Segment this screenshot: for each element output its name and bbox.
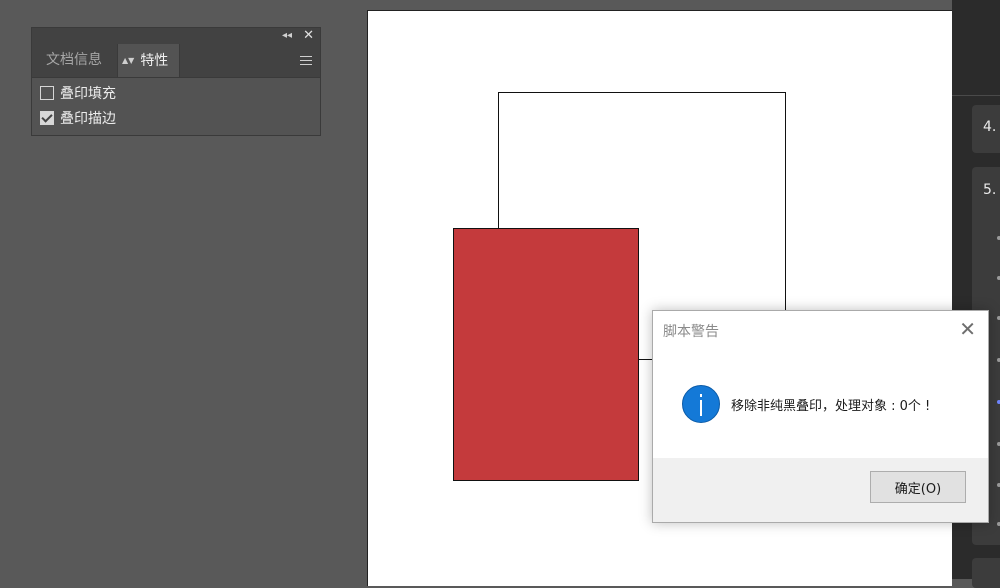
script-alert-dialog: 脚本警告 ✕ 移除非纯黑叠印，处理对象 : 0个 ! 确定(O): [652, 310, 989, 523]
right-panel-card: [972, 558, 1000, 588]
panel-titlebar: ◂◂ ✕: [32, 28, 320, 44]
right-panel-divider: [952, 95, 1000, 96]
close-panel-icon[interactable]: ✕: [303, 28, 314, 44]
close-icon[interactable]: ✕: [959, 318, 976, 340]
tab-document-info[interactable]: 文档信息: [32, 44, 116, 77]
right-panel-item-5[interactable]: 5.: [983, 182, 996, 198]
collapse-panel-icon[interactable]: ◂◂: [282, 29, 292, 43]
overprint-fill-checkbox[interactable]: [40, 86, 54, 100]
panel-menu-icon[interactable]: [300, 56, 312, 68]
dialog-footer: 确定(O): [653, 458, 988, 522]
tab-attributes-label: 特性: [140, 53, 169, 69]
overprint-stroke-option[interactable]: 叠印描边: [40, 110, 116, 128]
tab-attributes[interactable]: ▲▼ 特性: [117, 44, 180, 77]
red-rectangle-shape[interactable]: [453, 228, 639, 481]
ok-button[interactable]: 确定(O): [870, 471, 966, 503]
tab-document-info-label: 文档信息: [46, 52, 102, 68]
overprint-stroke-label: 叠印描边: [60, 111, 116, 127]
overprint-stroke-checkbox[interactable]: [40, 111, 54, 125]
right-panel-item-4[interactable]: 4.: [983, 119, 996, 135]
expand-arrows-icon: ▲▼: [122, 56, 135, 65]
panel-tabs: 文档信息 ▲▼ 特性: [32, 44, 320, 78]
attributes-panel: ◂◂ ✕ 文档信息 ▲▼ 特性 叠印填充 叠印描边: [31, 27, 321, 136]
dialog-message: 移除非纯黑叠印，处理对象 : 0个 !: [731, 399, 931, 414]
overprint-fill-option[interactable]: 叠印填充: [40, 85, 116, 103]
dialog-title: 脚本警告: [663, 324, 719, 340]
info-icon: [682, 385, 720, 423]
overprint-fill-label: 叠印填充: [60, 86, 116, 102]
